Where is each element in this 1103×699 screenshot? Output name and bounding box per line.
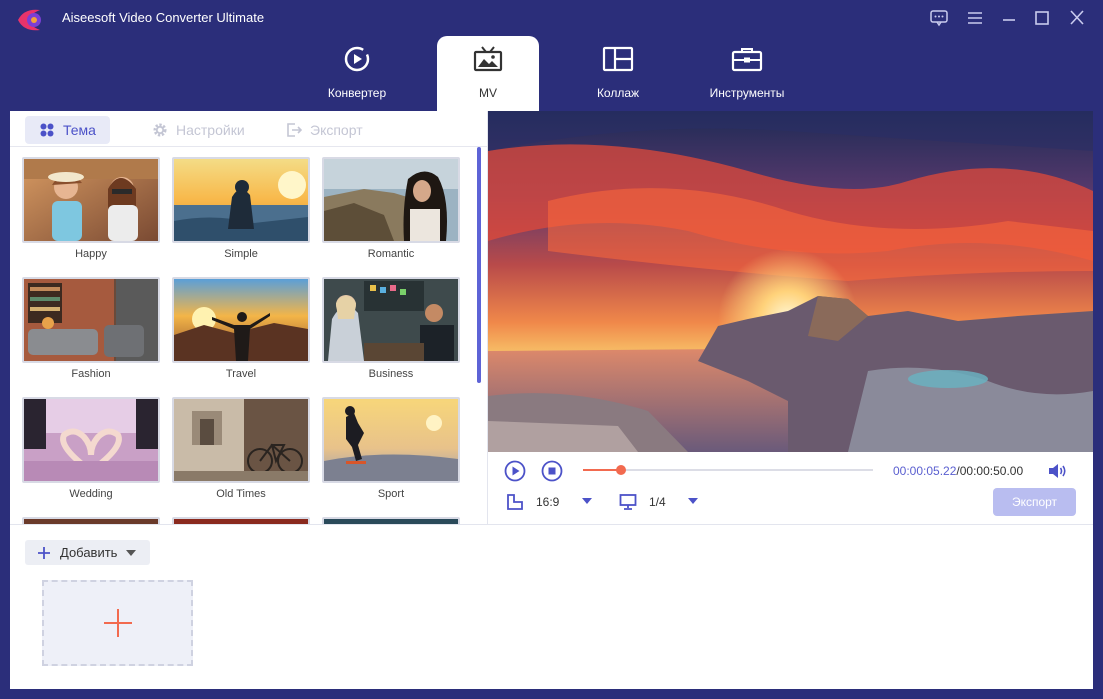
feedback-icon[interactable] <box>928 8 950 28</box>
theme-tile-romantic[interactable] <box>322 157 460 243</box>
theme-tile-business[interactable] <box>322 277 460 363</box>
export-button[interactable]: Экспорт <box>993 488 1076 516</box>
stop-icon[interactable] <box>541 460 563 482</box>
old-times-thumbnail <box>174 399 308 481</box>
business-thumbnail <box>324 279 458 361</box>
theme-tile-partial[interactable] <box>172 517 310 524</box>
subtab-bar: Тема Настройки Экспорт <box>10 111 487 147</box>
theme-name: Happy <box>75 248 107 260</box>
preview-image <box>488 111 1093 452</box>
travel-thumbnail <box>174 279 308 361</box>
menu-icon[interactable] <box>964 8 986 28</box>
subtab-export-label: Экспорт <box>310 122 363 138</box>
theme-tile-old-times[interactable] <box>172 397 310 483</box>
fashion-thumbnail <box>24 279 158 361</box>
subtab-theme-label: Тема <box>63 122 96 138</box>
tab-collage-label: Коллаж <box>596 86 640 100</box>
theme-name: Travel <box>225 368 257 380</box>
main-window: Тема Настройки Экспорт Happy Simple Roma… <box>10 111 1093 689</box>
subtab-theme[interactable]: Тема <box>25 116 110 144</box>
export-icon <box>287 123 302 137</box>
gear-icon <box>153 123 167 137</box>
maximize-icon[interactable] <box>1031 8 1053 28</box>
convert-icon <box>344 46 370 72</box>
minimize-icon[interactable] <box>998 8 1020 28</box>
theme-tile-wedding[interactable] <box>22 397 160 483</box>
volume-icon[interactable] <box>1046 461 1068 481</box>
total-time: 00:00:50.00 <box>959 464 1024 478</box>
theme-name: Old Times <box>216 488 266 500</box>
close-icon[interactable] <box>1066 8 1088 28</box>
theme-name: Fashion <box>71 368 111 380</box>
theme-tile-partial[interactable] <box>22 517 160 524</box>
sport-thumbnail <box>324 399 458 481</box>
progress-bar[interactable] <box>583 465 873 475</box>
mv-icon <box>473 46 503 72</box>
add-media-plus-icon <box>104 609 132 637</box>
current-time: 00:00:05.22 <box>893 464 957 478</box>
progress-handle[interactable] <box>615 465 626 475</box>
simple-thumbnail <box>174 159 308 241</box>
chevron-down-icon[interactable] <box>687 496 699 506</box>
monitor-icon <box>619 494 637 510</box>
app-logo-icon <box>18 9 41 31</box>
title-bar: Aiseesoft Video Converter Ultimate <box>0 0 1103 36</box>
app-title: Aiseesoft Video Converter Ultimate <box>62 10 265 25</box>
theme-icon <box>40 123 54 137</box>
subtab-settings[interactable]: Настройки <box>138 116 259 144</box>
play-icon[interactable] <box>504 460 526 482</box>
add-media-dropzone[interactable] <box>42 580 193 666</box>
tab-mv-label: MV <box>479 86 497 100</box>
theme-name: Simple <box>224 248 258 260</box>
theme-tile-happy[interactable] <box>22 157 160 243</box>
player-controls: 00:00:05.22/00:00:50.00 16:9 1/4 Экспорт <box>488 452 1093 524</box>
tab-converter-label: Конвертер <box>327 86 387 100</box>
collage-icon <box>602 46 634 72</box>
theme-tile-fashion[interactable] <box>22 277 160 363</box>
tab-tools[interactable]: Инструменты <box>696 36 798 111</box>
theme-tile-travel[interactable] <box>172 277 310 363</box>
theme-name: Romantic <box>367 248 415 260</box>
theme-name: Business <box>368 368 414 380</box>
tab-tools-label: Инструменты <box>709 86 785 100</box>
time-display: 00:00:05.22/00:00:50.00 <box>893 464 1023 478</box>
theme-name: Sport <box>377 488 405 500</box>
wedding-thumbnail <box>24 399 158 481</box>
theme-tile-partial[interactable] <box>322 517 460 524</box>
tab-converter[interactable]: Конвертер <box>306 36 408 111</box>
add-button[interactable]: Добавить <box>25 540 150 565</box>
theme-panel: Тема Настройки Экспорт Happy Simple Roma… <box>10 111 488 524</box>
toolbox-icon <box>731 48 763 72</box>
aspect-ratio-icon <box>507 494 523 510</box>
theme-tile-sport[interactable] <box>322 397 460 483</box>
theme-tile-simple[interactable] <box>172 157 310 243</box>
chevron-down-icon[interactable] <box>581 496 593 506</box>
theme-grid: Happy Simple Romantic Fashion Travel Bus… <box>10 147 480 524</box>
theme-name: Wedding <box>69 488 113 500</box>
tab-mv[interactable]: MV <box>437 36 539 111</box>
chevron-down-icon[interactable] <box>126 549 137 557</box>
subtab-export[interactable]: Экспорт <box>272 116 377 144</box>
media-strip: Добавить <box>10 524 1093 689</box>
plus-icon <box>38 546 50 559</box>
romantic-thumbnail <box>324 159 458 241</box>
aspect-ratio-value[interactable]: 16:9 <box>536 495 559 509</box>
subtab-settings-label: Настройки <box>176 122 245 138</box>
tab-collage[interactable]: Коллаж <box>567 36 669 111</box>
happy-thumbnail <box>24 159 158 241</box>
view-size-value[interactable]: 1/4 <box>649 495 666 509</box>
add-button-label: Добавить <box>60 545 118 560</box>
theme-grid-scrollbar[interactable] <box>477 147 481 383</box>
video-preview <box>488 111 1093 452</box>
